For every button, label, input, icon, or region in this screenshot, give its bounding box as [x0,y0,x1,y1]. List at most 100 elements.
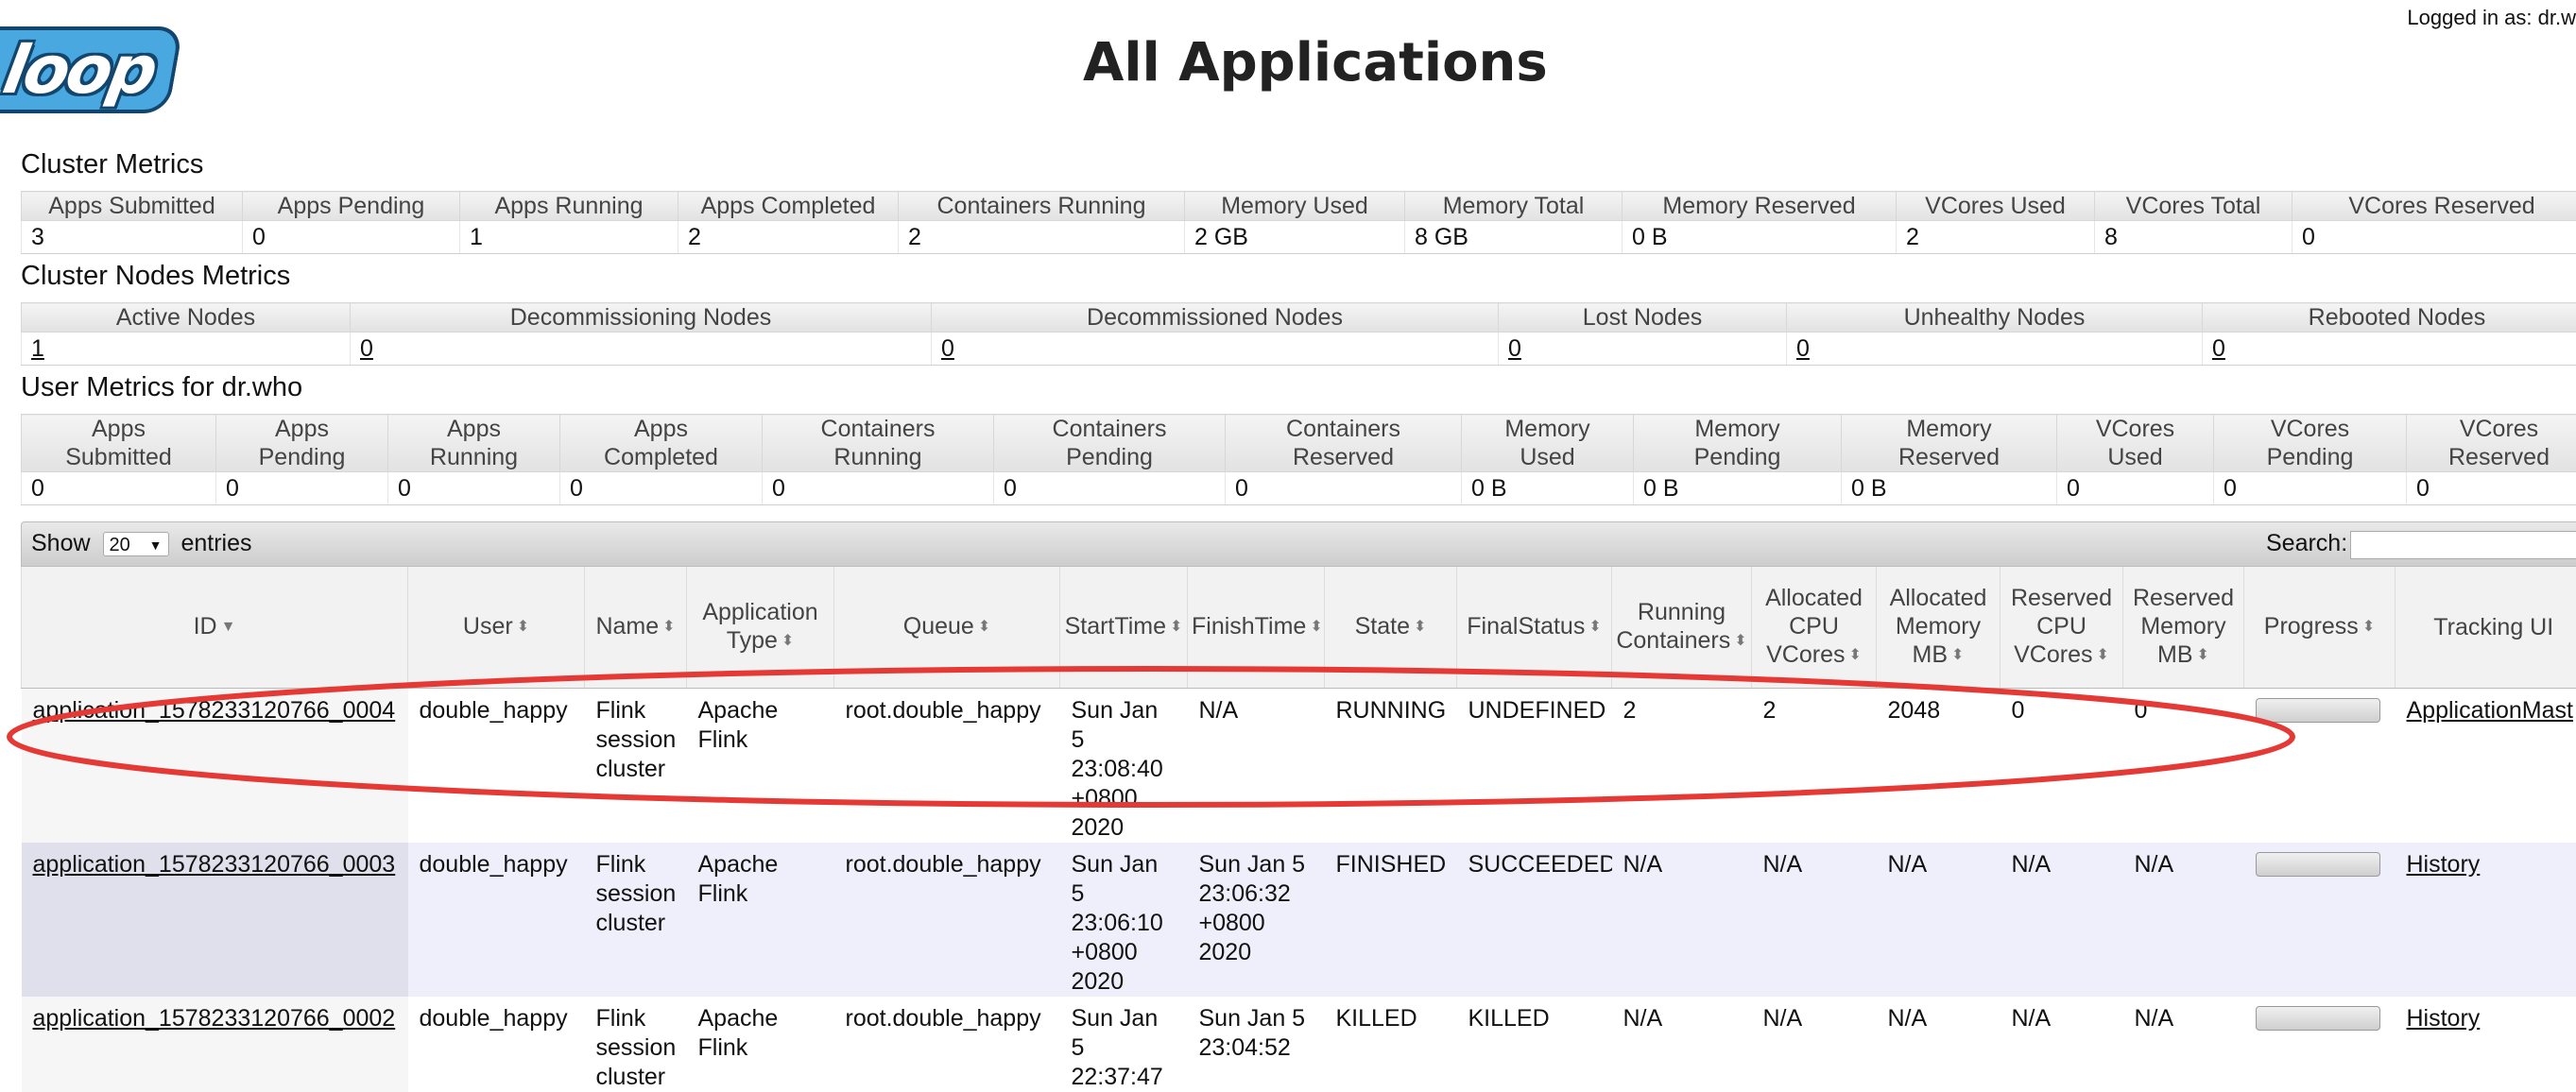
hadoop-logo[interactable]: loop [0,26,183,113]
metric-header-line: Reserved [1898,444,2000,470]
name-cell-line: session [596,880,677,907]
sort-both-icon: ⬍ [1414,619,1426,635]
column-header-line: VCores [2014,641,2092,668]
column-header-tracking-ui[interactable]: Tracking UI [2396,567,2576,688]
metric-link[interactable]: 0 [2212,335,2225,362]
name-cell-line: Flink [596,697,646,724]
metric-value-containers-reserved: 0 [1226,472,1462,505]
app-id-cell-link[interactable]: application_1578233120766_0002 [33,1005,396,1032]
metric-value-vcores-used: 2 [1897,221,2095,254]
table-row: application_1578233120766_0002 double_hap… [22,997,2576,1092]
metric-link[interactable]: 0 [1508,335,1521,362]
metric-value-vcores-used: 0 [2057,472,2214,505]
tracking-ui-cell-link[interactable]: History [2407,851,2481,878]
name-cell: Flinksession cluster [585,688,687,843]
name-cell-line: cluster [596,756,666,782]
application-type-cell-line: Flink [698,726,748,753]
name-cell-line: session [596,726,677,753]
progress-cell [2244,997,2396,1092]
entries-length-control: Show 20▼ entries [31,530,252,557]
column-header-line: Allocated [1765,585,1863,611]
column-header-line: CPU [2036,613,2087,640]
entries-select[interactable]: 20▼ [103,532,169,556]
application-type-cell-line: Flink [698,880,748,907]
metric-value-unhealthy-nodes: 0 [1787,333,2203,366]
metric-header-line: Containers [821,416,936,442]
column-header-line: MB [2157,641,2193,668]
metric-header-memory-used: Memory Used [1185,192,1405,221]
metric-header-memory-total: Memory Total [1405,192,1623,221]
allocated-vcores-cell: N/A [1752,997,1877,1092]
column-header-reserved-cpu-vcores[interactable]: ReservedCPUVCores⬍ [2001,567,2123,688]
user-metrics-table: AppsSubmittedAppsPendingAppsRunningAppsC… [21,414,2576,505]
metric-header-line: Reserved [2448,444,2550,470]
metric-header-line: Used [1520,444,1574,470]
metric-header-memory-used: MemoryUsed [1462,415,1634,472]
running-containers-cell: N/A [1612,997,1752,1092]
start-time-cell: Sun Jan 522:37:47 [1060,997,1188,1092]
column-header-running-containers[interactable]: RunningContainers⬍ [1612,567,1752,688]
state-cell: FINISHED [1325,843,1457,997]
column-header-id[interactable]: ID▼ [22,567,408,688]
metric-value-apps-running: 1 [460,221,678,254]
column-header-reserved-memory-mb[interactable]: ReservedMemoryMB⬍ [2123,567,2244,688]
sort-both-icon: ⬍ [517,619,529,635]
metric-header-vcores-pending: VCoresPending [2214,415,2407,472]
progress-cell [2244,688,2396,843]
column-header-finishtime[interactable]: FinishTime⬍ [1188,567,1325,688]
sort-both-icon: ⬍ [1310,619,1322,635]
metric-header-line: Completed [604,444,718,470]
metric-header-vcores-used: VCoresUsed [2057,415,2214,472]
column-header-queue[interactable]: Queue⬍ [834,567,1060,688]
column-header-application-type[interactable]: ApplicationType⬍ [687,567,834,688]
column-header-user[interactable]: User⬍ [408,567,585,688]
metric-header-apps-running: AppsRunning [388,415,560,472]
metric-link[interactable]: 0 [1796,335,1810,362]
user-metrics-title: User Metrics for dr.who [21,372,302,403]
table-row: application_1578233120766_0003double_hap… [22,843,2576,997]
column-header-line: State [1355,613,1410,640]
metric-link[interactable]: 0 [941,335,954,362]
tracking-ui-cell-link[interactable]: ApplicationMast [2407,697,2573,724]
application-type-cell-line: Apache [698,1005,779,1032]
start-time-cell-line: Sun Jan 5 [1072,1005,1159,1061]
sort-both-icon: ⬍ [978,619,990,635]
page-title: All Applications [1083,32,1548,94]
allocated-memory-cell: N/A [1877,997,2001,1092]
reserved-memory-cell: N/A [2123,843,2244,997]
tracking-ui-cell-link[interactable]: History [2407,1005,2481,1032]
column-header-name[interactable]: Name⬍ [585,567,687,688]
column-header-line: Memory [2140,613,2225,640]
column-header-allocated-memory-mb[interactable]: AllocatedMemoryMB⬍ [1877,567,2001,688]
column-header-allocated-cpu-vcores[interactable]: AllocatedCPUVCores⬍ [1752,567,1877,688]
column-header-progress[interactable]: Progress⬍ [2244,567,2396,688]
metric-header-line: Memory [1694,416,1779,442]
metric-value-active-nodes: 1 [22,333,351,366]
column-header-line: FinalStatus [1467,613,1585,640]
name-cell-line: cluster [596,910,666,936]
sort-both-icon: ⬍ [2096,647,2108,663]
start-time-cell: Sun Jan 523:06:10+08002020 [1060,843,1188,997]
progress-bar [2256,852,2380,877]
search-input[interactable] [2350,531,2576,559]
metric-header-line: Memory [1906,416,1991,442]
name-cell-line: Flink [596,1005,646,1032]
column-header-finalstatus[interactable]: FinalStatus⬍ [1457,567,1612,688]
column-header-starttime[interactable]: StartTime⬍ [1060,567,1188,688]
user-cell: double_happy [408,997,585,1092]
app-id-cell-link[interactable]: application_1578233120766_0003 [33,851,396,878]
show-label: Show [31,530,91,556]
metric-value-vcores-pending: 0 [2214,472,2407,505]
start-time-cell: Sun Jan 523:08:40+08002020 [1060,688,1188,843]
entries-label: entries [180,530,251,556]
column-header-line: StartTime [1065,613,1166,640]
app-id-cell-link[interactable]: application_1578233120766_0004 [33,697,396,724]
application-type-cell: ApacheFlink [687,997,834,1092]
metric-value-decommissioning-nodes: 0 [351,333,932,366]
metric-link[interactable]: 1 [31,335,44,362]
metric-link[interactable]: 0 [360,335,373,362]
column-header-state[interactable]: State⬍ [1325,567,1457,688]
column-header-line: Memory [1896,613,1981,640]
finish-time-cell-line: +0800 [1199,910,1265,936]
column-header-line: CPU [1789,613,1839,640]
